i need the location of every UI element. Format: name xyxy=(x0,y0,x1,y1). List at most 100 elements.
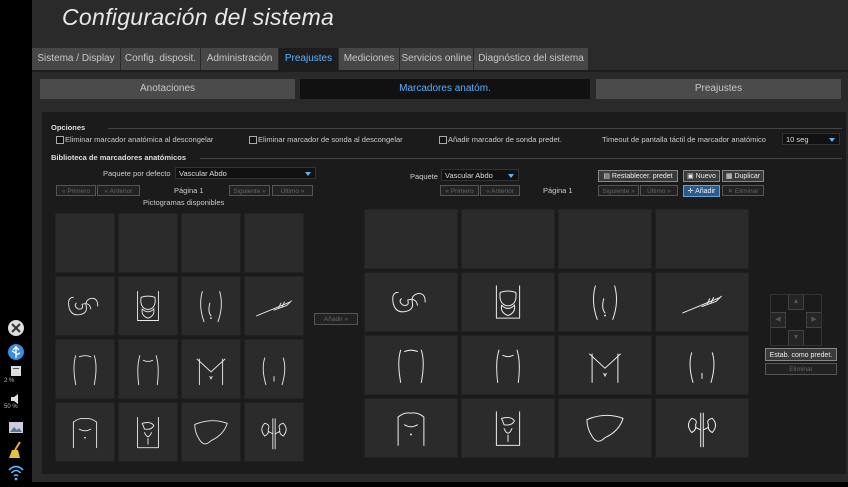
package-value: Vascular Abdo xyxy=(445,171,493,180)
available-pictogram-cell[interactable] xyxy=(118,402,178,462)
available-pictogram-cell[interactable] xyxy=(244,276,304,336)
tab-administracion[interactable]: Administración xyxy=(201,48,279,70)
last-button-left[interactable]: Último » xyxy=(272,185,313,196)
new-button[interactable]: ▣ Nuevo xyxy=(683,170,720,182)
available-pictogram-cell[interactable] xyxy=(118,339,178,399)
option1-checkbox[interactable] xyxy=(56,136,64,144)
prev-label: Anterior xyxy=(491,188,514,195)
tab-mediciones[interactable]: Mediciones xyxy=(339,48,400,70)
prev-button-right[interactable]: « Anterior xyxy=(480,185,520,196)
tab-config-disposit[interactable]: Config. disposit. xyxy=(121,48,201,70)
default-package-select[interactable]: Vascular Abdo xyxy=(175,167,316,179)
default-package-label: Paquete por defecto xyxy=(103,169,171,178)
available-pictogram-cell[interactable] xyxy=(55,276,115,336)
available-pictogram-cell[interactable] xyxy=(55,339,115,399)
kidneys-pictogram-icon xyxy=(261,418,287,450)
available-pictogram-cell[interactable] xyxy=(118,213,178,273)
delete-top-button[interactable]: ✕ Eliminar xyxy=(722,185,764,196)
package-pictogram-cell[interactable] xyxy=(364,335,458,395)
usb-icon[interactable] xyxy=(6,342,26,362)
left-toolbar: 2 % 50 % xyxy=(0,0,32,482)
available-pictogram-cell[interactable] xyxy=(181,402,241,462)
probe-pictogram-icon xyxy=(682,295,722,314)
torso-pictogram-icon xyxy=(73,355,97,386)
printer-icon[interactable] xyxy=(6,364,26,376)
first-label: Primero xyxy=(450,188,474,195)
prev-button-left[interactable]: « Anterior xyxy=(97,185,140,196)
subtab-anotaciones[interactable]: Anotaciones xyxy=(40,79,295,99)
next-label: Siguiente xyxy=(602,188,630,195)
available-pictogram-cell[interactable] xyxy=(181,339,241,399)
package-pictogram-cell[interactable] xyxy=(364,398,458,458)
package-pictogram-cell[interactable] xyxy=(461,209,555,269)
first-button-left[interactable]: « Primero xyxy=(56,185,96,196)
chest-pictogram-icon xyxy=(72,417,98,449)
available-pictogram-cell[interactable] xyxy=(181,213,241,273)
options-header: Opciones xyxy=(51,123,86,132)
package-pictogram-cell[interactable] xyxy=(655,335,749,395)
first-button-right[interactable]: « Primero xyxy=(440,185,479,196)
subtab-preajustes[interactable]: Preajustes xyxy=(596,79,841,99)
page-indicator-left: Página 1 xyxy=(174,186,204,195)
available-pictogram-cell[interactable] xyxy=(55,402,115,462)
tab-servicios-online[interactable]: Servicios online xyxy=(400,48,474,70)
package-pictogram-cell[interactable] xyxy=(461,272,555,332)
reset-default-button[interactable]: ▤ Restablecer. predet xyxy=(598,170,678,182)
last-button-right[interactable]: Último » xyxy=(640,185,678,196)
package-pictogram-cell[interactable] xyxy=(655,209,749,269)
add-center-label: Añadir xyxy=(323,316,343,323)
delete-button[interactable]: Eliminar xyxy=(765,363,837,375)
tab-divider xyxy=(32,70,848,72)
liver-pictogram-icon xyxy=(194,420,228,445)
option3-checkbox[interactable] xyxy=(439,136,447,144)
image-icon[interactable] xyxy=(6,418,26,438)
available-pictogram-cell[interactable] xyxy=(244,213,304,273)
available-pictogram-cell[interactable] xyxy=(118,276,178,336)
package-pictogram-cell[interactable] xyxy=(364,209,458,269)
option2-checkbox[interactable] xyxy=(249,136,257,144)
colon-pictogram-icon xyxy=(68,296,99,316)
move-up-button[interactable]: ▲ xyxy=(788,294,804,310)
close-icon[interactable] xyxy=(6,318,26,338)
move-down-button[interactable]: ▼ xyxy=(788,330,804,346)
add-to-package-button[interactable]: Añadir » xyxy=(314,313,358,325)
available-pictogram-cell[interactable] xyxy=(244,402,304,462)
available-pictogram-cell[interactable] xyxy=(181,276,241,336)
package-pictogram-cell[interactable] xyxy=(655,398,749,458)
next-button-right[interactable]: Siguiente » xyxy=(598,185,639,196)
package-pictogram-cell[interactable] xyxy=(364,272,458,332)
available-pictogram-cell[interactable] xyxy=(55,213,115,273)
divider xyxy=(108,128,842,129)
hips-pictogram-icon xyxy=(262,357,286,386)
set-default-button[interactable]: Estab. como predet. xyxy=(765,348,837,361)
timeout-select[interactable]: 10 seg xyxy=(782,133,840,145)
add-button[interactable]: ✛ Añadir xyxy=(683,185,720,197)
duplicate-label: Duplicar xyxy=(734,173,761,180)
available-pictogram-cell[interactable] xyxy=(244,339,304,399)
tab-preajustes[interactable]: Preajustes xyxy=(279,48,339,70)
timeout-value: 10 seg xyxy=(786,135,809,144)
package-pictogram-cell[interactable] xyxy=(558,335,652,395)
broom-icon[interactable] xyxy=(6,440,26,460)
last-label: Último xyxy=(280,188,299,195)
package-pictogram-cell[interactable] xyxy=(461,335,555,395)
tab-diagnostico[interactable]: Diagnóstico del sistema xyxy=(474,48,589,70)
package-pictogram-cell[interactable] xyxy=(558,272,652,332)
chevron-down-icon xyxy=(508,174,514,178)
package-pictogram-cell[interactable] xyxy=(558,398,652,458)
subtab-marcadores-anatom[interactable]: Marcadores anatóm. xyxy=(300,79,590,99)
package-pictogram-cell[interactable] xyxy=(558,209,652,269)
package-pictogram-cell[interactable] xyxy=(655,272,749,332)
next-button-left[interactable]: Siguiente » xyxy=(229,185,270,196)
tab-sistema-display[interactable]: Sistema / Display xyxy=(32,48,121,70)
duplicate-button[interactable]: ▦ Duplicar xyxy=(722,170,764,182)
move-left-button[interactable]: ◀ xyxy=(770,312,786,328)
wifi-icon[interactable] xyxy=(6,462,26,482)
chevron-down-icon xyxy=(305,172,311,176)
speaker-icon[interactable] xyxy=(6,392,26,404)
package-pictogram-cell[interactable] xyxy=(461,398,555,458)
package-select[interactable]: Vascular Abdo xyxy=(441,169,519,181)
first-label: Primero xyxy=(67,188,91,195)
torso2-pictogram-icon xyxy=(496,349,520,383)
move-right-button[interactable]: ▶ xyxy=(806,312,822,328)
